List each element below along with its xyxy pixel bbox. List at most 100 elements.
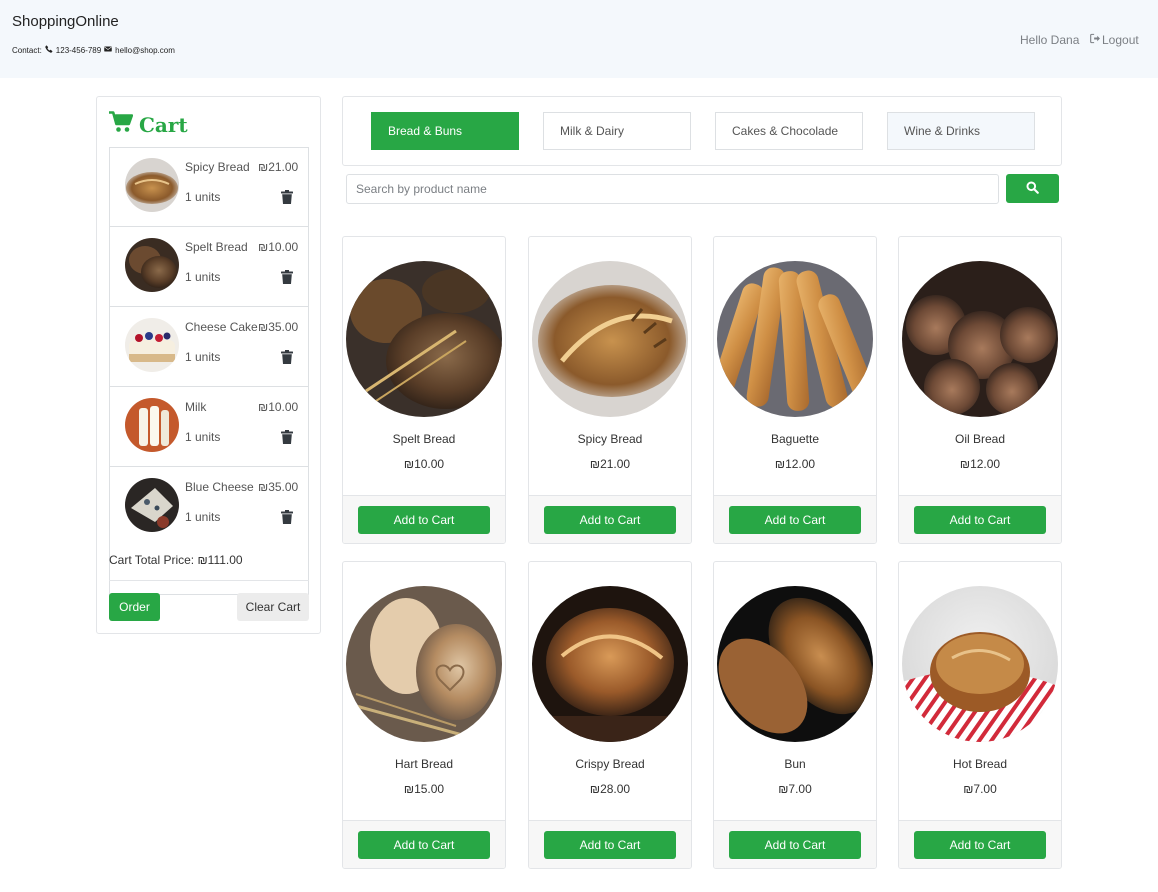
product-card: Hot Bread ₪7.00 Add to Cart bbox=[898, 561, 1062, 869]
card-footer: Add to Cart bbox=[714, 820, 876, 868]
cart-item-price: ₪10.00 bbox=[258, 240, 299, 254]
product-name: Oil Bread bbox=[954, 432, 1006, 446]
cart-items-list: Spicy Bread ₪21.00 1 units Spelt Bread ₪… bbox=[109, 147, 309, 595]
order-button[interactable]: Order bbox=[109, 593, 160, 621]
milk-photo bbox=[125, 398, 179, 452]
product-card: Baguette ₪12.00 Add to Cart bbox=[713, 236, 877, 544]
cart-item-name: Cheese Cake bbox=[185, 320, 258, 334]
cart-heading: Cart bbox=[109, 111, 188, 138]
add-to-cart-button[interactable]: Add to Cart bbox=[729, 831, 861, 859]
phone-number: 123-456-789 bbox=[55, 45, 102, 55]
product-name: Hart Bread bbox=[394, 757, 454, 771]
product-image bbox=[717, 261, 873, 417]
cheese-photo bbox=[125, 478, 179, 532]
product-price: ₪21.00 bbox=[589, 457, 631, 471]
card-footer: Add to Cart bbox=[714, 495, 876, 543]
cart-item-price: ₪10.00 bbox=[258, 400, 299, 414]
bread-photo bbox=[125, 158, 179, 212]
cart-title: Cart bbox=[139, 112, 188, 137]
cart-item: Cheese Cake ₪35.00 1 units bbox=[110, 308, 308, 387]
logout-label: Logout bbox=[1102, 33, 1139, 47]
cart-item-price: ₪35.00 bbox=[258, 480, 299, 494]
product-image bbox=[902, 261, 1058, 417]
cart-item-units: 1 units bbox=[185, 350, 221, 364]
product-card: Oil Bread ₪12.00 Add to Cart bbox=[898, 236, 1062, 544]
add-to-cart-button[interactable]: Add to Cart bbox=[729, 506, 861, 534]
bread-photo bbox=[125, 238, 179, 292]
cart-item-price: ₪35.00 bbox=[258, 320, 299, 334]
tab-bread-buns[interactable]: Bread & Buns bbox=[371, 112, 519, 150]
product-price: ₪12.00 bbox=[959, 457, 1001, 471]
trash-icon[interactable] bbox=[281, 350, 293, 364]
contact-label: Contact: bbox=[12, 45, 42, 55]
tab-milk-dairy[interactable]: Milk & Dairy bbox=[543, 112, 691, 150]
cart-item-units: 1 units bbox=[185, 270, 221, 284]
product-name: Spicy Bread bbox=[577, 432, 643, 446]
cake-photo bbox=[125, 318, 179, 372]
trash-icon[interactable] bbox=[281, 430, 293, 444]
cart-total-price: Cart Total Price: ₪111.00 bbox=[109, 553, 243, 567]
product-price: ₪28.00 bbox=[589, 782, 631, 796]
product-card: Hart Bread ₪15.00 Add to Cart bbox=[342, 561, 506, 869]
phone-icon bbox=[45, 45, 53, 55]
cart-item-name: Spelt Bread bbox=[185, 240, 248, 254]
add-to-cart-button[interactable]: Add to Cart bbox=[544, 831, 676, 859]
navbar: ShoppingOnline Contact: 123-456-789 hell… bbox=[0, 0, 1158, 78]
trash-icon[interactable] bbox=[281, 270, 293, 284]
product-price: ₪12.00 bbox=[774, 457, 816, 471]
product-card: Bun ₪7.00 Add to Cart bbox=[713, 561, 877, 869]
user-greeting: Hello Dana bbox=[1020, 33, 1080, 47]
product-card: Spicy Bread ₪21.00 Add to Cart bbox=[528, 236, 692, 544]
contact-info: Contact: 123-456-789 hello@shop.com bbox=[12, 45, 175, 55]
cart-item-units: 1 units bbox=[185, 190, 221, 204]
card-footer: Add to Cart bbox=[899, 820, 1061, 868]
trash-icon[interactable] bbox=[281, 510, 293, 524]
product-price: ₪15.00 bbox=[403, 782, 445, 796]
product-image bbox=[346, 586, 502, 742]
add-to-cart-button[interactable]: Add to Cart bbox=[358, 506, 490, 534]
search-icon bbox=[1026, 180, 1039, 197]
product-name: Bun bbox=[784, 757, 806, 771]
trash-icon[interactable] bbox=[281, 190, 293, 204]
tab-cakes-chocolade[interactable]: Cakes & Chocolade bbox=[715, 112, 863, 150]
card-footer: Add to Cart bbox=[899, 495, 1061, 543]
add-to-cart-button[interactable]: Add to Cart bbox=[544, 506, 676, 534]
cart-item: Spicy Bread ₪21.00 1 units bbox=[110, 148, 308, 227]
cart-panel: Cart Spicy Bread ₪21.00 1 units Spelt Br… bbox=[96, 96, 321, 634]
cart-item: Spelt Bread ₪10.00 1 units bbox=[110, 228, 308, 307]
product-card: Crispy Bread ₪28.00 Add to Cart bbox=[528, 561, 692, 869]
card-footer: Add to Cart bbox=[529, 495, 691, 543]
product-name: Baguette bbox=[770, 432, 820, 446]
logout-link[interactable]: Logout bbox=[1090, 33, 1139, 47]
product-price: ₪10.00 bbox=[403, 457, 445, 471]
search-button[interactable] bbox=[1006, 174, 1059, 203]
product-image bbox=[902, 586, 1058, 742]
product-price: ₪7.00 bbox=[778, 782, 812, 796]
category-tabs: Bread & Buns Milk & Dairy Cakes & Chocol… bbox=[342, 96, 1062, 166]
cart-item-units: 1 units bbox=[185, 430, 221, 444]
cart-item: Milk ₪10.00 1 units bbox=[110, 388, 308, 467]
card-footer: Add to Cart bbox=[343, 495, 505, 543]
cart-item-name: Blue Cheese bbox=[185, 480, 254, 494]
divider bbox=[109, 580, 309, 581]
product-card: Spelt Bread ₪10.00 Add to Cart bbox=[342, 236, 506, 544]
product-image bbox=[346, 261, 502, 417]
email-address: hello@shop.com bbox=[115, 45, 175, 55]
brand-title[interactable]: ShoppingOnline bbox=[12, 13, 119, 30]
product-image bbox=[717, 586, 873, 742]
product-image bbox=[532, 261, 688, 417]
shopping-cart-icon bbox=[109, 111, 134, 138]
add-to-cart-button[interactable]: Add to Cart bbox=[914, 831, 1046, 859]
product-image bbox=[532, 586, 688, 742]
search-input[interactable] bbox=[346, 174, 999, 204]
logout-icon bbox=[1090, 33, 1101, 47]
card-footer: Add to Cart bbox=[529, 820, 691, 868]
tab-wine-drinks[interactable]: Wine & Drinks bbox=[887, 112, 1035, 150]
add-to-cart-button[interactable]: Add to Cart bbox=[914, 506, 1046, 534]
clear-cart-button[interactable]: Clear Cart bbox=[237, 593, 309, 621]
envelope-icon bbox=[104, 45, 112, 55]
cart-item-name: Milk bbox=[185, 400, 207, 414]
product-name: Spelt Bread bbox=[392, 432, 456, 446]
cart-item-units: 1 units bbox=[185, 510, 221, 524]
add-to-cart-button[interactable]: Add to Cart bbox=[358, 831, 490, 859]
